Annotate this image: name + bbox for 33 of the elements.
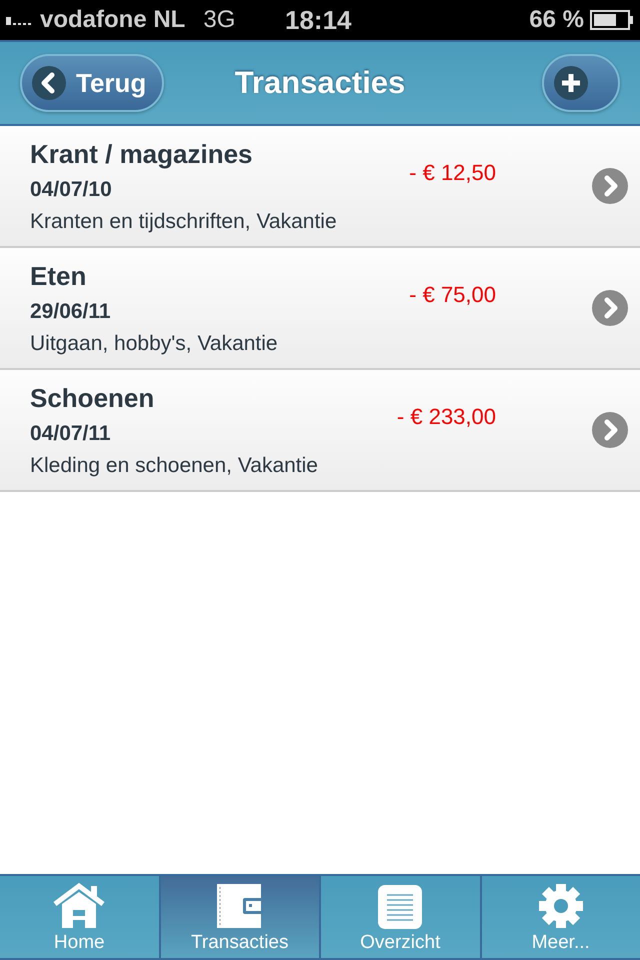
tab[interactable]: Transacties — [160, 876, 319, 958]
back-button[interactable]: Terug — [20, 54, 164, 112]
transaction-amount: - € 233,00 — [396, 404, 496, 430]
wallet-icon — [214, 882, 265, 930]
plus-icon — [554, 66, 588, 100]
transaction-amount: - € 12,50 — [409, 160, 496, 186]
chevron-left-icon — [32, 66, 66, 100]
transaction-date: 04/07/11 — [30, 422, 112, 446]
transaction-categories: Uitgaan, hobby's, Vakantie — [30, 332, 279, 356]
page-title: Transacties — [234, 65, 406, 101]
transaction-title: Eten — [30, 260, 88, 292]
chevron-icon — [592, 412, 628, 448]
chevron-icon — [592, 290, 628, 326]
transaction-date: 29/06/11 — [30, 300, 112, 324]
transaction-categories: Kleding en schoenen, Vakantie — [30, 454, 319, 478]
tab[interactable]: Overzicht — [321, 876, 480, 958]
network-type: 3G — [203, 6, 236, 34]
settings-icon — [536, 882, 585, 930]
transaction-categories: Kranten en tijdschriften, Vakantie — [30, 210, 338, 234]
battery-icon — [590, 10, 634, 30]
transaction-amount: - € 75,00 — [409, 282, 496, 308]
add-button[interactable] — [542, 54, 620, 112]
signal-icon — [6, 15, 32, 25]
tab[interactable]: Home — [0, 876, 158, 958]
transaction-date: 04/07/10 — [30, 178, 113, 202]
carrier-name: vodafone NL — [40, 6, 186, 34]
transaction-title: Schoenen — [30, 382, 156, 414]
battery-percent: 66 % — [529, 6, 584, 34]
tab[interactable]: Meer... — [482, 876, 640, 958]
clock-time: 18:14 — [285, 4, 352, 36]
transaction-title: Krant / magazines — [30, 138, 254, 170]
chevron-icon — [592, 168, 628, 204]
list-icon — [377, 884, 424, 930]
